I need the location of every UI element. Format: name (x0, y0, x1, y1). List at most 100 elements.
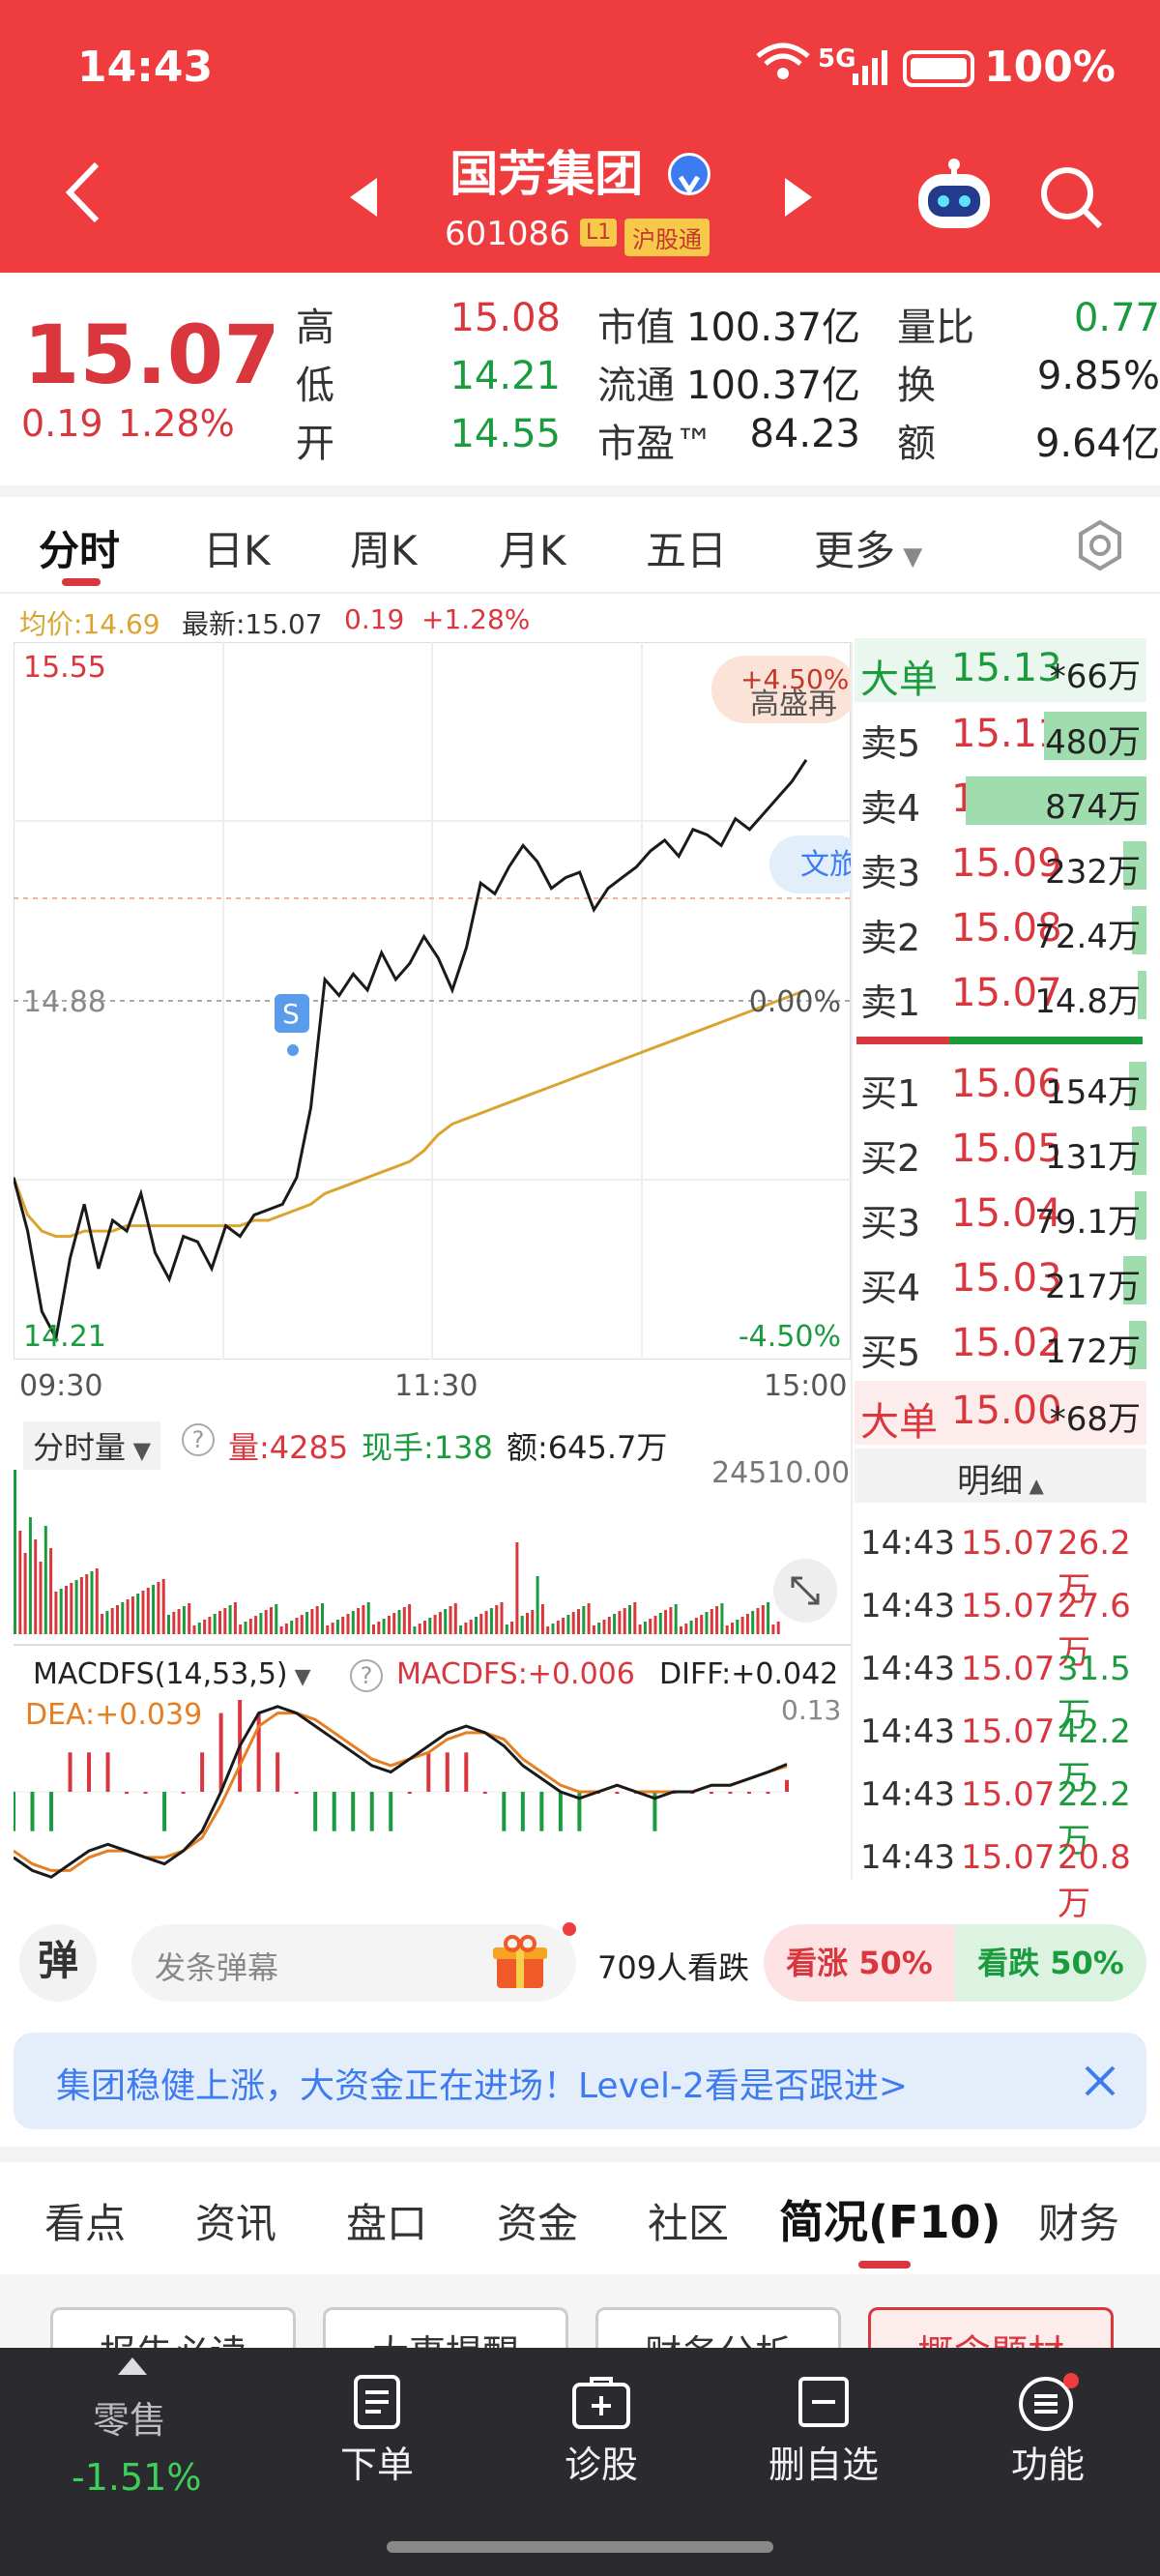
f10-button[interactable]: 大事提醒 (323, 2307, 568, 2348)
tab-weekly-k[interactable]: 周K (350, 518, 418, 577)
bid-level-label: 买1 (860, 1072, 921, 1115)
chevron-up-icon (118, 2357, 147, 2379)
ask-level-volume: 14.8万 (1034, 982, 1141, 1021)
tab-more[interactable]: 更多 ▼ (814, 518, 922, 577)
robot-assistant-icon[interactable] (913, 157, 996, 238)
mktcap-value: 100.37亿 (686, 306, 860, 350)
macd-indicator-select[interactable]: MACDFS(14,53,5) ▼ (33, 1657, 311, 1691)
volume-bar (110, 1608, 114, 1634)
help-icon[interactable]: ? (182, 1423, 215, 1456)
search-icon[interactable] (1038, 164, 1106, 236)
level2-banner[interactable]: 集团稳健上涨，大资金正在进场！Level-2看是否跟进> (14, 2033, 1146, 2129)
subtab-item[interactable]: 简况(F10) (779, 2187, 1000, 2251)
macd-bar (539, 1792, 544, 1831)
f10-button[interactable]: 概念题材 (868, 2307, 1114, 2348)
tab-intraday[interactable]: 分时 (39, 518, 120, 577)
y-top-label: 15.55 (23, 651, 106, 685)
ask-level-volume: 480万 (1045, 723, 1141, 762)
danmu-input[interactable]: 发条弹幕 (155, 1944, 278, 1988)
ask-level-volume: 232万 (1045, 853, 1141, 892)
subtab-item[interactable]: 社区 (648, 2191, 729, 2250)
nav-order-label: 下单 (339, 2444, 414, 2486)
danmu-toggle[interactable]: 弹 (19, 1924, 97, 2002)
volume-bar (392, 1613, 396, 1634)
subtab-item[interactable]: 盘口 (346, 2191, 427, 2250)
volume-bar (34, 1539, 38, 1634)
subtab-item[interactable]: 资金 (497, 2191, 578, 2250)
f10-button[interactable]: 报告必读 (50, 2307, 296, 2348)
ask-level-4: 卖2 15.08 72.4万 (855, 898, 1146, 962)
tab-five-day[interactable]: 五日 (646, 518, 727, 577)
intraday-price-chart[interactable]: 15.55 14.88 14.21 0.00% -4.50% +4.50% 高盛… (14, 642, 851, 1360)
status-time: 14:43 (77, 43, 214, 92)
volume-bar (515, 1542, 519, 1634)
volume-bar (397, 1610, 401, 1634)
volume-bar (65, 1586, 68, 1634)
bid-level-5: 买5 15.02 172万 (855, 1313, 1146, 1377)
volume-bar (233, 1602, 237, 1634)
volume-bar (433, 1615, 437, 1634)
volume-bar (745, 1614, 749, 1634)
volume-bar (346, 1614, 350, 1634)
banner-text: 集团稳健上涨，大资金正在进场！Level-2看是否跟进> (56, 2066, 909, 2106)
volume-bar (479, 1614, 483, 1634)
macd-bar (105, 1752, 110, 1792)
settings-icon[interactable] (1073, 518, 1127, 576)
volume-bar (767, 1602, 770, 1634)
nav-functions[interactable]: 功能 (961, 2373, 1135, 2488)
subtab-item[interactable]: 财务 (1038, 2191, 1119, 2250)
volume-bar (649, 1619, 652, 1634)
volume-bar (531, 1610, 535, 1634)
bid-level-volume: 131万 (1045, 1138, 1141, 1177)
tab-daily-k[interactable]: 日K (203, 518, 271, 577)
volume-bar (664, 1610, 668, 1634)
detail-toggle[interactable]: 明细 ▲ (855, 1449, 1146, 1503)
help-icon[interactable]: ? (350, 1659, 383, 1692)
gift-icon[interactable] (491, 1932, 549, 1996)
volume-bar (290, 1621, 294, 1634)
vote-up-button[interactable]: 看涨 50% (764, 1924, 955, 2002)
quote-panel: 15.07 0.19 1.28% 高 15.08 低 14.21 开 14.55… (0, 273, 1160, 485)
trade-detail-time: 14:43 (860, 1587, 955, 1625)
y-bottom-label: 14.21 (23, 1320, 106, 1354)
nav-remove-watchlist[interactable]: 删自选 (737, 2373, 911, 2488)
trade-detail-row: 14:43 15.07 26.2万 (855, 1512, 1146, 1609)
tab-monthly-k[interactable]: 月K (499, 518, 566, 577)
sentiment-vote: 看涨 50% 看跌 50% (764, 1924, 1146, 2002)
volume-bar (79, 1577, 83, 1634)
chevron-up-icon: ▲ (1023, 1474, 1044, 1497)
fullscreen-icon[interactable] (773, 1559, 837, 1623)
volume-bar (275, 1604, 278, 1634)
trade-detail-row: 14:43 15.07 42.2万 (855, 1701, 1146, 1798)
nav-diagnose[interactable]: 诊股 (514, 2373, 688, 2488)
volume-bar (23, 1553, 27, 1634)
trade-detail-price: 15.07 (961, 1587, 1056, 1625)
volume-bar (18, 1531, 22, 1634)
open-value: 14.55 (450, 412, 561, 456)
ask-level-label: 卖4 (860, 787, 921, 830)
x-label-mid: 11:30 (394, 1369, 478, 1403)
turnover-label: 换 (897, 364, 936, 408)
subtab-item[interactable]: 看点 (44, 2191, 126, 2250)
macd-bar (181, 1792, 186, 1794)
macd-bar (407, 1792, 412, 1794)
f10-button[interactable]: 财务分析 (595, 2307, 841, 2348)
danmu-input-wrap[interactable]: 发条弹幕 (131, 1922, 576, 2002)
vote-down-button[interactable]: 看跌 50% (955, 1924, 1146, 2002)
high-value: 15.08 (450, 296, 561, 340)
last-price: 15.07 (23, 307, 280, 402)
retail-label: 零售 (93, 2399, 167, 2442)
volume-bar (638, 1625, 642, 1634)
divider (14, 1644, 851, 1646)
nav-order[interactable]: 下单 (290, 2373, 464, 2488)
bid-level-volume: 217万 (1045, 1268, 1141, 1306)
volume-bar (54, 1592, 58, 1634)
watch-count: 709人看跌 (597, 1949, 750, 1986)
volume-bar (540, 1604, 544, 1634)
volume-bar (152, 1585, 156, 1634)
subtab-item[interactable]: 资讯 (195, 2191, 276, 2250)
volume-bar (372, 1625, 375, 1634)
volume-bar (254, 1616, 258, 1634)
close-icon[interactable] (1081, 2062, 1119, 2104)
volume-bar (623, 1608, 626, 1634)
